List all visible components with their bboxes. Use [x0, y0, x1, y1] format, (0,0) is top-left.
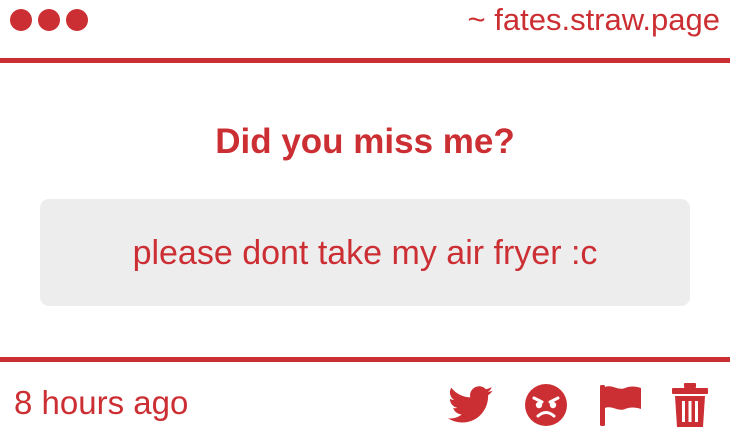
timestamp: 8 hours ago: [14, 384, 189, 421]
top-bar: ~ fates.straw.page: [0, 0, 730, 58]
question-text: Did you miss me?: [215, 122, 515, 161]
top-divider: [0, 58, 730, 63]
answer-box: please dont take my air fryer :c: [40, 199, 690, 306]
trash-icon: [672, 383, 708, 427]
twitter-share-button[interactable]: [448, 386, 494, 424]
flag-icon: [600, 385, 641, 426]
answer-text: please dont take my air fryer :c: [132, 233, 598, 272]
site-domain[interactable]: ~ fates.straw.page: [468, 2, 720, 38]
bottom-divider: [0, 357, 730, 362]
action-bar: [448, 380, 708, 430]
question-card: ~ fates.straw.page Did you miss me? plea…: [0, 0, 730, 432]
window-dots: [10, 9, 88, 31]
report-button[interactable]: [598, 383, 642, 427]
react-button[interactable]: [524, 383, 568, 427]
twitter-bird-icon: [448, 386, 494, 423]
window-dot: [38, 9, 60, 31]
window-dot: [10, 9, 32, 31]
angry-face-icon: [525, 384, 567, 426]
window-dot: [66, 9, 88, 31]
delete-button[interactable]: [672, 383, 708, 427]
